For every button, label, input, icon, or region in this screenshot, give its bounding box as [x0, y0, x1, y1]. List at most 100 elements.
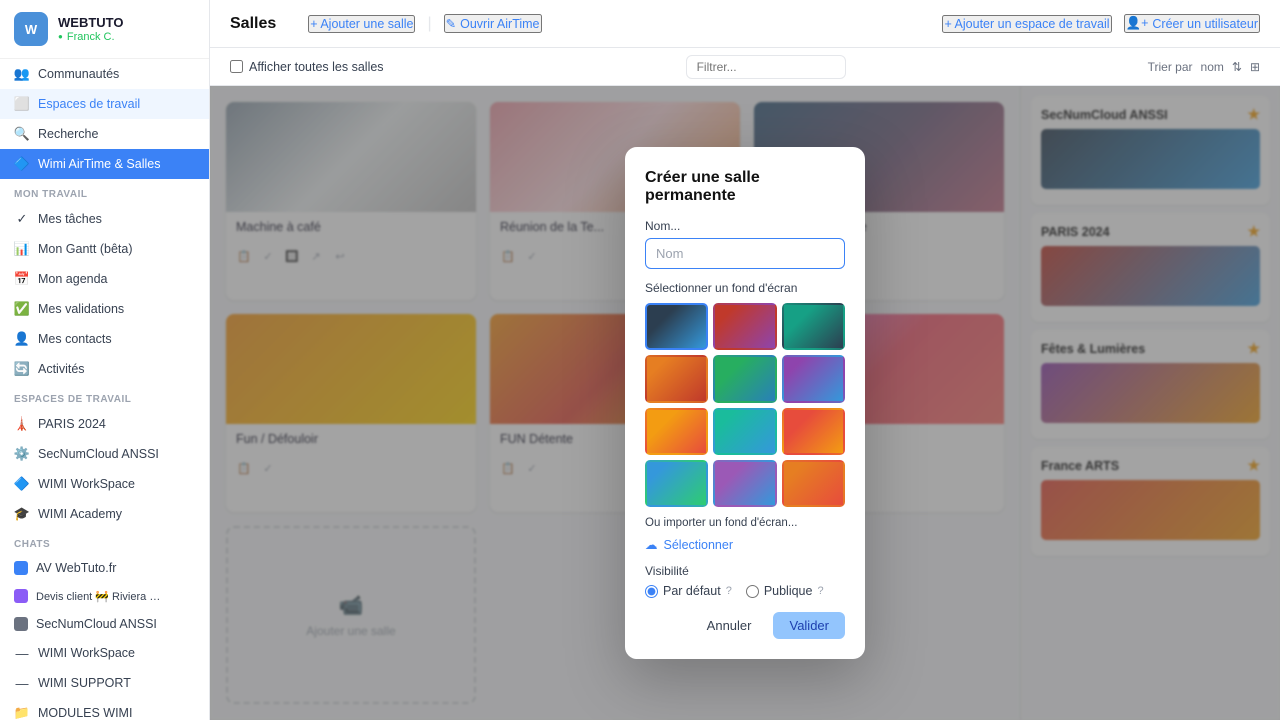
- wallpaper-option-1[interactable]: [645, 303, 708, 350]
- mon-travail-label: MON TRAVAIL: [0, 179, 209, 204]
- wallpaper-grid: [645, 303, 845, 508]
- modal-title: Créer une salle permanente: [645, 169, 845, 205]
- content-area: Machine à café 📋 ✓ 🔲 ↗ ↩ Réunion de la T…: [210, 86, 1280, 720]
- create-user-button[interactable]: 👤+ Créer un utilisateur: [1124, 14, 1260, 33]
- academy-icon: 🎓: [14, 506, 30, 522]
- wallpaper-option-4[interactable]: [645, 355, 708, 402]
- wallpaper-section-label: Sélectionner un fond d'écran: [645, 281, 845, 295]
- chats-label: CHATS: [0, 529, 209, 554]
- radio-public-input[interactable]: [746, 585, 759, 598]
- sidebar-header: W WEBTUTO Franck C.: [0, 0, 209, 59]
- wallpaper-option-10[interactable]: [645, 460, 708, 507]
- sidebar-item-wimi-ws-chat[interactable]: — WIMI WorkSpace: [0, 638, 209, 668]
- validate-button[interactable]: Valider: [773, 612, 845, 639]
- sidebar-item-secnum-chat[interactable]: SecNumCloud ANSSI: [0, 610, 209, 638]
- import-label: Ou importer un fond d'écran...: [645, 517, 845, 529]
- espaces-icon: ⬜: [14, 96, 30, 112]
- user-plus-icon: 👤+: [1126, 16, 1149, 31]
- add-room-button[interactable]: + Ajouter une salle: [308, 15, 415, 33]
- visibility-label: Visibilité: [645, 564, 845, 578]
- wallpaper-option-9[interactable]: [782, 408, 845, 455]
- sidebar-item-modules[interactable]: 📁 MODULES WIMI: [0, 698, 209, 720]
- sidebar-item-devis[interactable]: Devis client 🚧 Riviera Cr...: [0, 582, 209, 610]
- upload-icon: ☁: [645, 537, 658, 552]
- wallpaper-option-5[interactable]: [713, 355, 776, 402]
- main-content: Salles + Ajouter une salle | ✎ Ouvrir Ai…: [210, 0, 1280, 720]
- sidebar-item-validations[interactable]: ✅ Mes validations: [0, 294, 209, 324]
- sidebar: W WEBTUTO Franck C. 👥 Communautés ⬜ Espa…: [0, 0, 210, 720]
- add-workspace-button[interactable]: + Ajouter un espace de travail: [942, 15, 1111, 33]
- radio-default-input[interactable]: [645, 585, 658, 598]
- main-header: Salles + Ajouter une salle | ✎ Ouvrir Ai…: [210, 0, 1280, 48]
- espaces-label: ESPACES DE TRAVAIL: [0, 384, 209, 409]
- sidebar-item-communautes[interactable]: 👥 Communautés: [0, 59, 209, 89]
- brand-name: WEBTUTO: [58, 15, 123, 31]
- radio-default[interactable]: Par défaut ?: [645, 584, 732, 598]
- contacts-icon: 👤: [14, 331, 30, 347]
- sidebar-item-wimi-academy[interactable]: 🎓 WIMI Academy: [0, 499, 209, 529]
- sidebar-item-espaces[interactable]: ⬜ Espaces de travail: [0, 89, 209, 119]
- sort-direction-icon[interactable]: ⇅: [1232, 60, 1242, 74]
- modal-footer: Annuler Valider: [645, 612, 845, 639]
- header-actions: + Ajouter une salle | ✎ Ouvrir AirTime: [308, 14, 541, 33]
- sidebar-item-av-webtuto[interactable]: AV WebTuto.fr: [0, 554, 209, 582]
- sidebar-item-recherche[interactable]: 🔍 Recherche: [0, 119, 209, 149]
- agenda-icon: 📅: [14, 271, 30, 287]
- sidebar-item-agenda[interactable]: 📅 Mon agenda: [0, 264, 209, 294]
- show-all-rooms-label[interactable]: Afficher toutes les salles: [230, 60, 384, 74]
- paris-icon: 🗼: [14, 416, 30, 432]
- open-airtime-button[interactable]: ✎ Ouvrir AirTime: [444, 14, 542, 33]
- toolbar: Afficher toutes les salles Trier par nom…: [210, 48, 1280, 86]
- avatar: W: [14, 12, 48, 46]
- brand-info: WEBTUTO Franck C.: [58, 15, 123, 43]
- show-all-rooms-checkbox[interactable]: [230, 60, 243, 73]
- user-name: Franck C.: [58, 31, 123, 43]
- cancel-button[interactable]: Annuler: [695, 612, 764, 639]
- sidebar-item-contacts[interactable]: 👤 Mes contacts: [0, 324, 209, 354]
- secnum-icon: ⚙️: [14, 446, 30, 462]
- recherche-icon: 🔍: [14, 126, 30, 142]
- sidebar-item-secnum[interactable]: ⚙️ SecNumCloud ANSSI: [0, 439, 209, 469]
- chat-av-icon: [14, 561, 28, 575]
- import-wallpaper-button[interactable]: ☁ Sélectionner: [645, 535, 845, 554]
- sidebar-item-wimi-support[interactable]: — WIMI SUPPORT: [0, 668, 209, 698]
- chat-secnum-icon: [14, 617, 28, 631]
- grid-view-icon[interactable]: ⊞: [1250, 60, 1260, 74]
- page-title: Salles: [230, 15, 276, 33]
- modules-icon: 📁: [14, 705, 30, 720]
- wallpaper-option-6[interactable]: [782, 355, 845, 402]
- wallpaper-option-12[interactable]: [782, 460, 845, 507]
- modal-name-label: Nom...: [645, 219, 845, 233]
- wallpaper-option-3[interactable]: [782, 303, 845, 350]
- sort-controls: Trier par nom ⇅ ⊞: [1148, 60, 1260, 74]
- chat-ws-icon: —: [14, 645, 30, 661]
- wallpaper-option-11[interactable]: [713, 460, 776, 507]
- create-room-modal: Créer une salle permanente Nom... Sélect…: [625, 147, 865, 660]
- chat-support-icon: —: [14, 675, 30, 691]
- modal-name-input[interactable]: [645, 238, 845, 269]
- sidebar-item-taches[interactable]: ✓ Mes tâches: [0, 204, 209, 234]
- wallpaper-option-7[interactable]: [645, 408, 708, 455]
- filter-input[interactable]: [686, 55, 846, 79]
- radio-group-visibility: Par défaut ? Publique ?: [645, 584, 845, 598]
- sidebar-item-wimi-airtime[interactable]: 🔷 Wimi AirTime & Salles: [0, 149, 209, 179]
- taches-icon: ✓: [14, 211, 30, 227]
- visibility-section: Visibilité Par défaut ? Publique ?: [645, 564, 845, 598]
- communautes-icon: 👥: [14, 66, 30, 82]
- sidebar-item-activites[interactable]: 🔄 Activités: [0, 354, 209, 384]
- modal-overlay: Créer une salle permanente Nom... Sélect…: [210, 86, 1280, 720]
- help-icon-public: ?: [817, 585, 823, 597]
- gantt-icon: 📊: [14, 241, 30, 257]
- radio-public[interactable]: Publique ?: [746, 584, 824, 598]
- sidebar-item-paris2024[interactable]: 🗼 PARIS 2024: [0, 409, 209, 439]
- airtime-icon: 🔷: [14, 156, 30, 172]
- activites-icon: 🔄: [14, 361, 30, 377]
- wallpaper-option-8[interactable]: [713, 408, 776, 455]
- wallpaper-option-2[interactable]: [713, 303, 776, 350]
- sidebar-item-wimi-ws[interactable]: 🔷 WIMI WorkSpace: [0, 469, 209, 499]
- chat-devis-icon: [14, 589, 28, 603]
- airtime-link-icon: ✎: [446, 16, 456, 31]
- wimi-ws-icon: 🔷: [14, 476, 30, 492]
- help-icon-default: ?: [726, 585, 732, 597]
- sidebar-item-gantt[interactable]: 📊 Mon Gantt (bêta): [0, 234, 209, 264]
